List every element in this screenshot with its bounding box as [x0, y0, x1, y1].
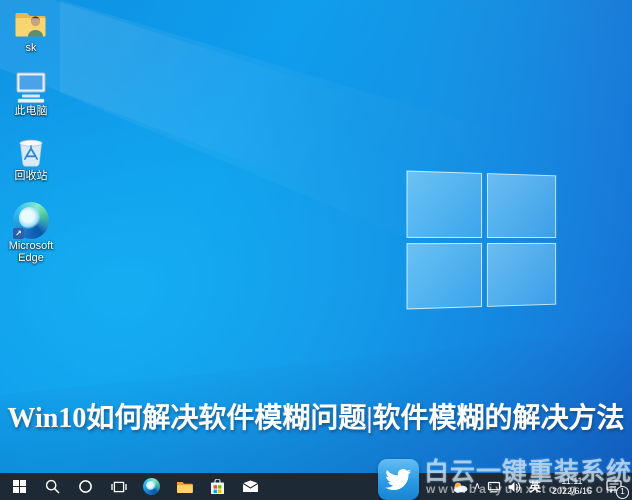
cortana-circle-icon: [79, 480, 92, 493]
windows-logo-pane: [406, 170, 482, 238]
edge-taskbar-button[interactable]: [135, 473, 168, 500]
computer-monitor-icon: [13, 70, 49, 104]
search-icon: [45, 479, 60, 494]
taskbar-pinned-apps: [0, 473, 267, 500]
start-button[interactable]: [3, 473, 36, 500]
taskbar: ∧ 英 11:11 2022/6/16 1: [0, 473, 632, 500]
task-view-icon: [110, 481, 127, 492]
desktop-icon-label: 回收站: [14, 170, 48, 182]
microsoft-store-button[interactable]: [201, 473, 234, 500]
desktop-icon-label: 此电脑: [14, 105, 48, 117]
desktop-icon-this-pc[interactable]: 此电脑: [4, 70, 58, 117]
task-view-button[interactable]: [102, 473, 135, 500]
desktop-icon-sk-folder[interactable]: sk: [4, 7, 58, 54]
windows-logo-pane: [486, 173, 557, 238]
search-button[interactable]: [36, 473, 69, 500]
notification-count-badge: 1: [616, 486, 629, 499]
recycle-bin-icon: [13, 135, 49, 169]
desktop-icon-label: sk: [25, 42, 37, 54]
ime-indicator[interactable]: 英: [527, 473, 543, 500]
cortana-button[interactable]: [69, 473, 102, 500]
windows-desktop: sk 此电脑 回收站 ↗ Microsoft Edge Win10如何解决软件模…: [0, 0, 632, 500]
shortcut-arrow-badge: ↗: [13, 228, 24, 239]
action-center-button[interactable]: 1: [601, 473, 629, 500]
file-explorer-button[interactable]: [168, 473, 201, 500]
clock-date: 2022/6/16: [551, 485, 592, 496]
volume-tray-icon[interactable]: [507, 473, 521, 500]
edge-browser-icon: ↗: [13, 201, 49, 239]
windows-logo: [406, 170, 557, 310]
banner-title: Win10如何解决软件模糊问题|软件模糊的解决方法: [7, 403, 625, 434]
user-folder-icon: [13, 7, 49, 41]
mail-button[interactable]: [234, 473, 267, 500]
microsoft-store-icon: [211, 478, 224, 494]
windows-logo-pane: [406, 242, 482, 310]
mail-envelope-icon: [242, 480, 259, 492]
network-tray-icon[interactable]: [487, 473, 501, 500]
desktop-icon-recycle-bin[interactable]: 回收站: [4, 135, 58, 182]
folder-icon: [177, 481, 193, 493]
system-tray: ∧ 英 11:11 2022/6/16 1: [453, 473, 632, 500]
windows-logo-icon: [12, 479, 27, 494]
desktop-icon-label: Microsoft Edge: [8, 240, 54, 264]
desktop-icon-edge[interactable]: ↗ Microsoft Edge: [4, 201, 58, 264]
weather-tray-icon[interactable]: [453, 473, 468, 500]
windows-logo-pane: [486, 242, 557, 307]
clock[interactable]: 11:11 2022/6/16: [549, 476, 595, 496]
edge-icon: [143, 478, 160, 495]
hidden-icons-chevron[interactable]: ∧: [474, 473, 481, 500]
